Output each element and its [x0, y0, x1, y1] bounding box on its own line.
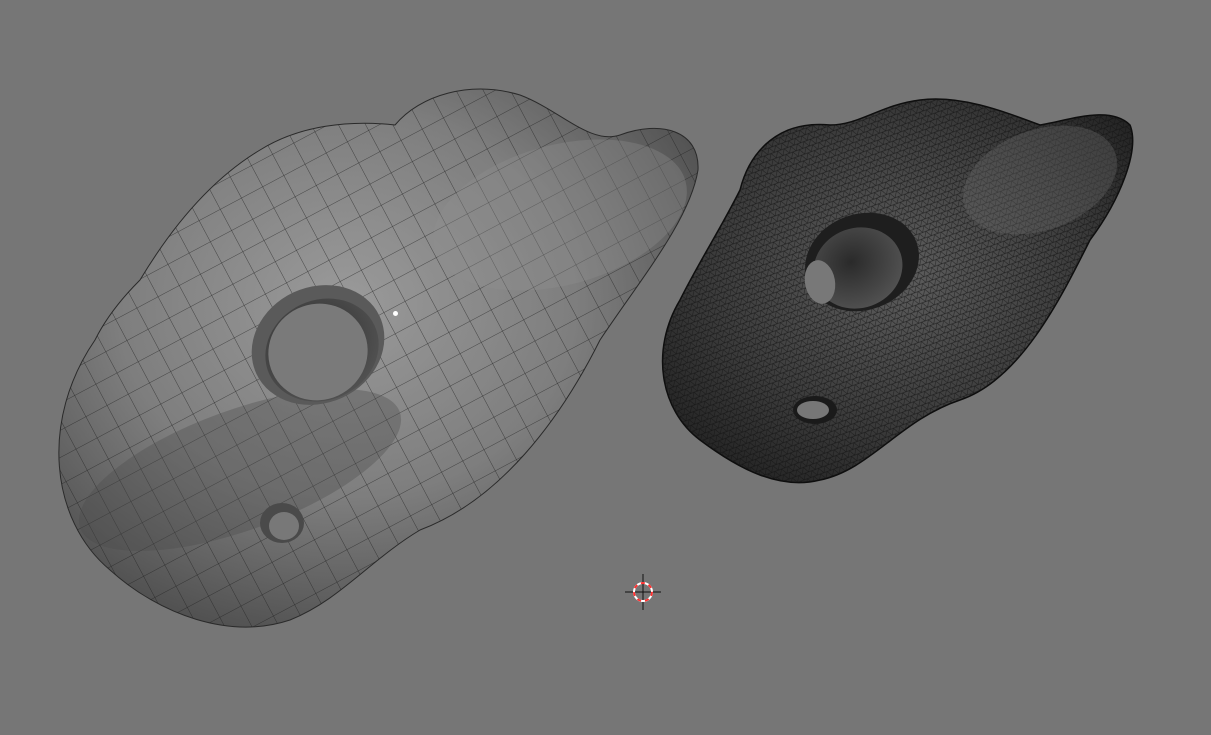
3d-cursor-icon[interactable] — [625, 574, 661, 610]
viewport-scene — [58, 60, 1180, 628]
3d-viewport[interactable] — [0, 0, 1211, 735]
triangulated-mesh[interactable] — [600, 60, 1180, 540]
selected-vertex-dot[interactable] — [393, 311, 398, 316]
